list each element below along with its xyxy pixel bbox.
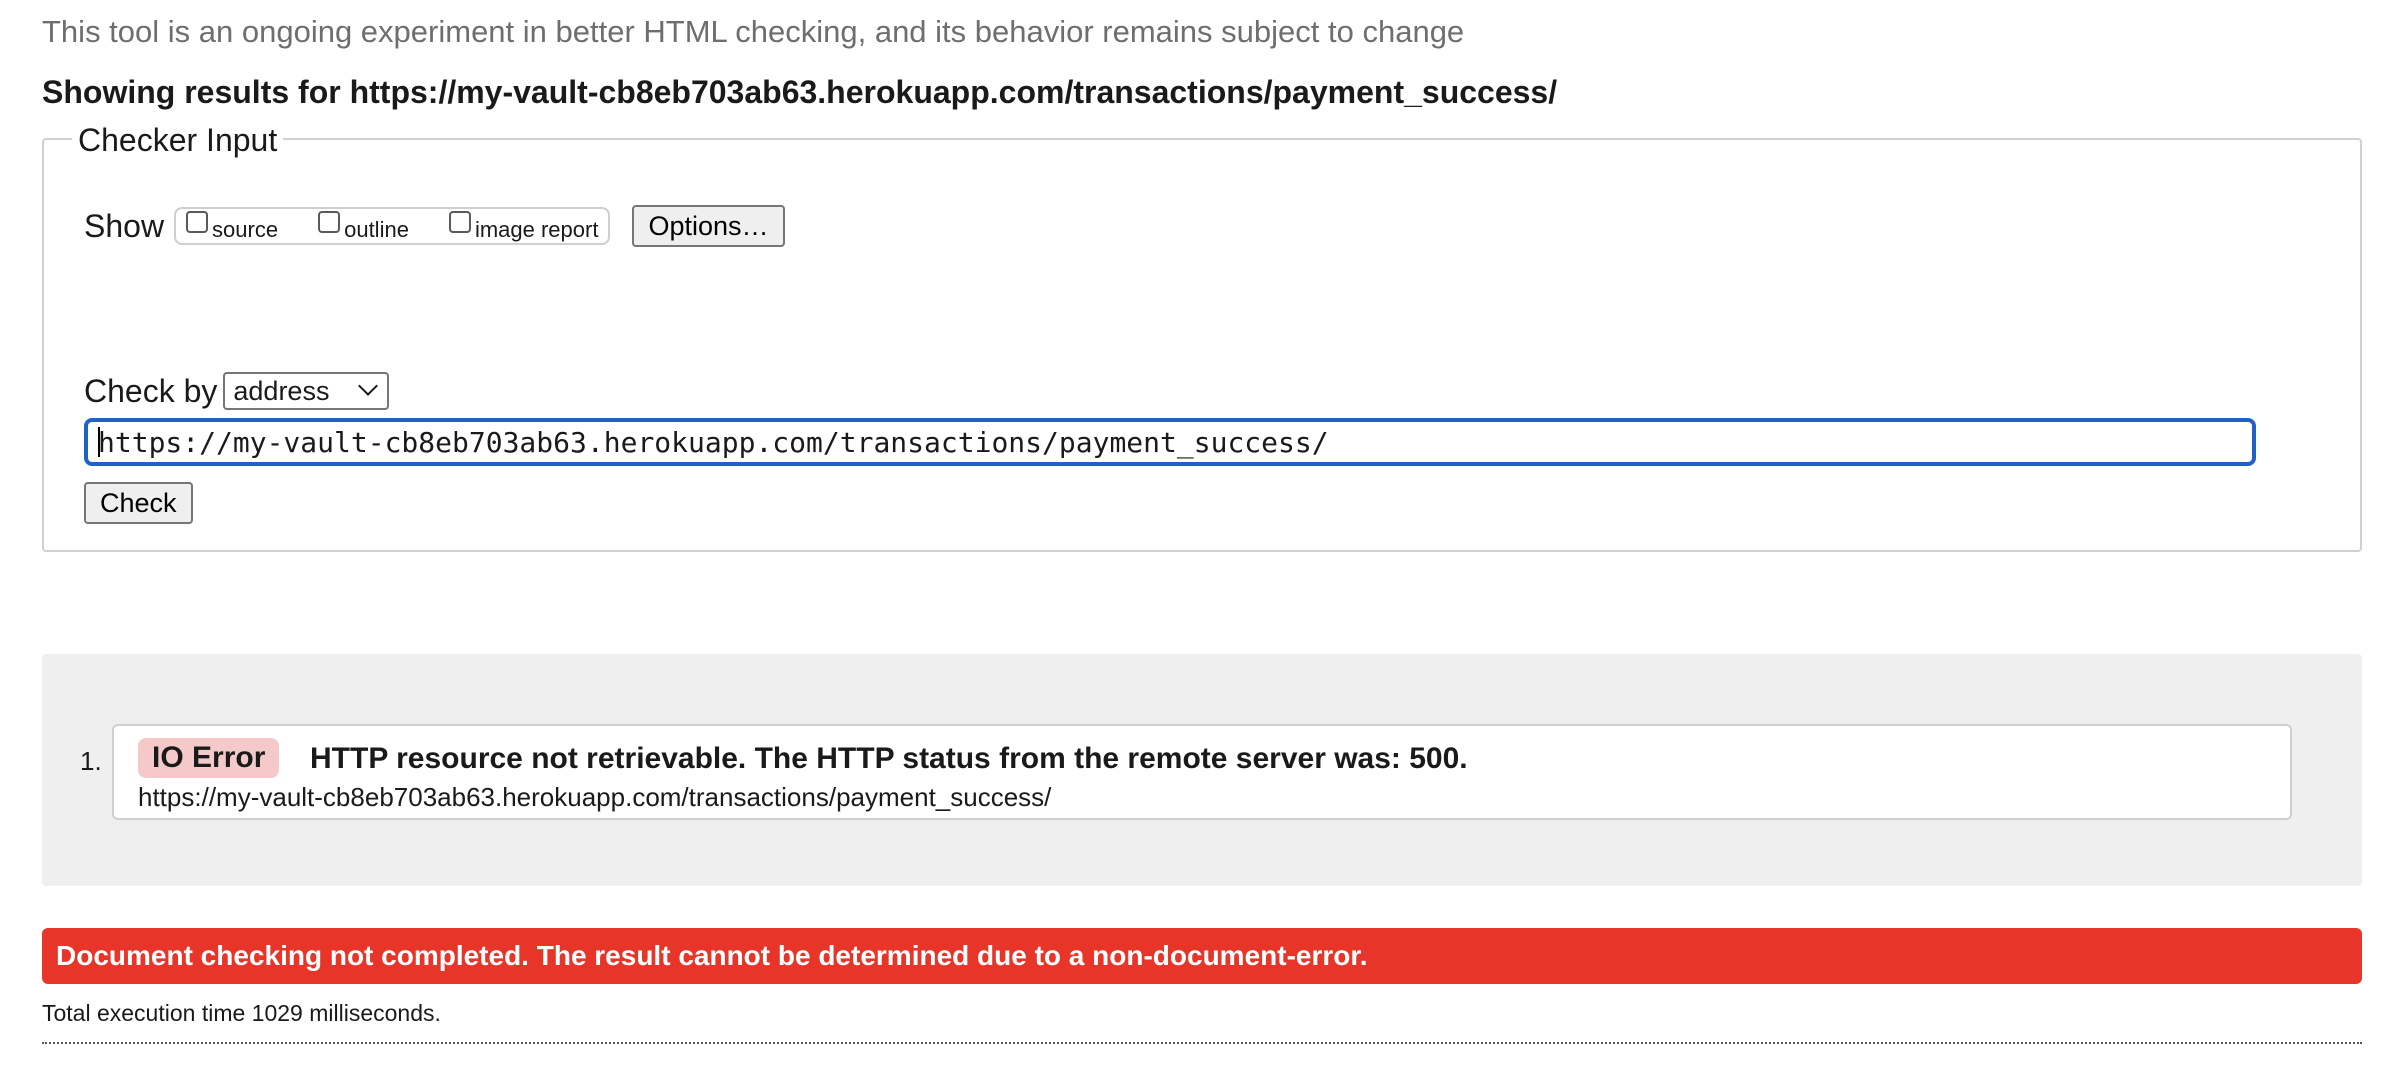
dotted-divider [42, 1042, 2362, 1044]
results-heading: Showing results for https://my-vault-cb8… [42, 74, 1558, 110]
image-report-checkbox-label[interactable]: image report [475, 217, 599, 243]
result-item: IO Error HTTP resource not retrievable. … [112, 724, 2292, 820]
options-button[interactable]: Options… [632, 205, 785, 247]
validator-page: This tool is an ongoing experiment in be… [0, 0, 2402, 1074]
show-options-group: source outline image report [174, 207, 611, 245]
check-by-select[interactable]: address [223, 372, 390, 410]
url-input[interactable]: https://my-vault-cb8eb703ab63.herokuapp.… [84, 418, 2256, 466]
result-number: 1. [80, 746, 102, 776]
show-outline-option[interactable]: outline [318, 211, 409, 242]
outline-checkbox-label[interactable]: outline [344, 217, 409, 243]
result-url: https://my-vault-cb8eb703ab63.herokuapp.… [138, 782, 1052, 812]
chevron-down-icon[interactable] [358, 376, 379, 396]
show-source-option[interactable]: source [186, 211, 278, 242]
io-error-badge: IO Error [138, 738, 280, 778]
image-report-checkbox[interactable] [448, 211, 471, 233]
check-by-selected-value[interactable]: address [233, 376, 329, 407]
failure-banner: Document checking not completed. The res… [42, 928, 2362, 984]
experiment-notice: This tool is an ongoing experiment in be… [42, 14, 1465, 49]
check-by-row: Check by address [84, 372, 390, 410]
show-image-report-option[interactable]: image report [448, 211, 598, 242]
check-by-label: Check by [84, 372, 218, 409]
source-checkbox[interactable] [186, 211, 209, 233]
check-button[interactable]: Check [84, 482, 193, 524]
outline-checkbox[interactable] [318, 211, 341, 233]
results-panel: 1. IO Error HTTP resource not retrievabl… [42, 654, 2362, 886]
show-options-row: Show source outline image report Options… [84, 204, 785, 248]
execution-time: Total execution time 1029 milliseconds. [42, 1000, 441, 1026]
show-label: Show [84, 207, 165, 244]
checker-input-fieldset: Checker Input Show source outline image … [42, 122, 2362, 552]
result-message: HTTP resource not retrievable. The HTTP … [310, 742, 1468, 775]
checker-input-legend: Checker Input [72, 122, 284, 159]
url-input-value[interactable]: https://my-vault-cb8eb703ab63.herokuapp.… [98, 426, 1329, 459]
source-checkbox-label[interactable]: source [212, 217, 278, 243]
